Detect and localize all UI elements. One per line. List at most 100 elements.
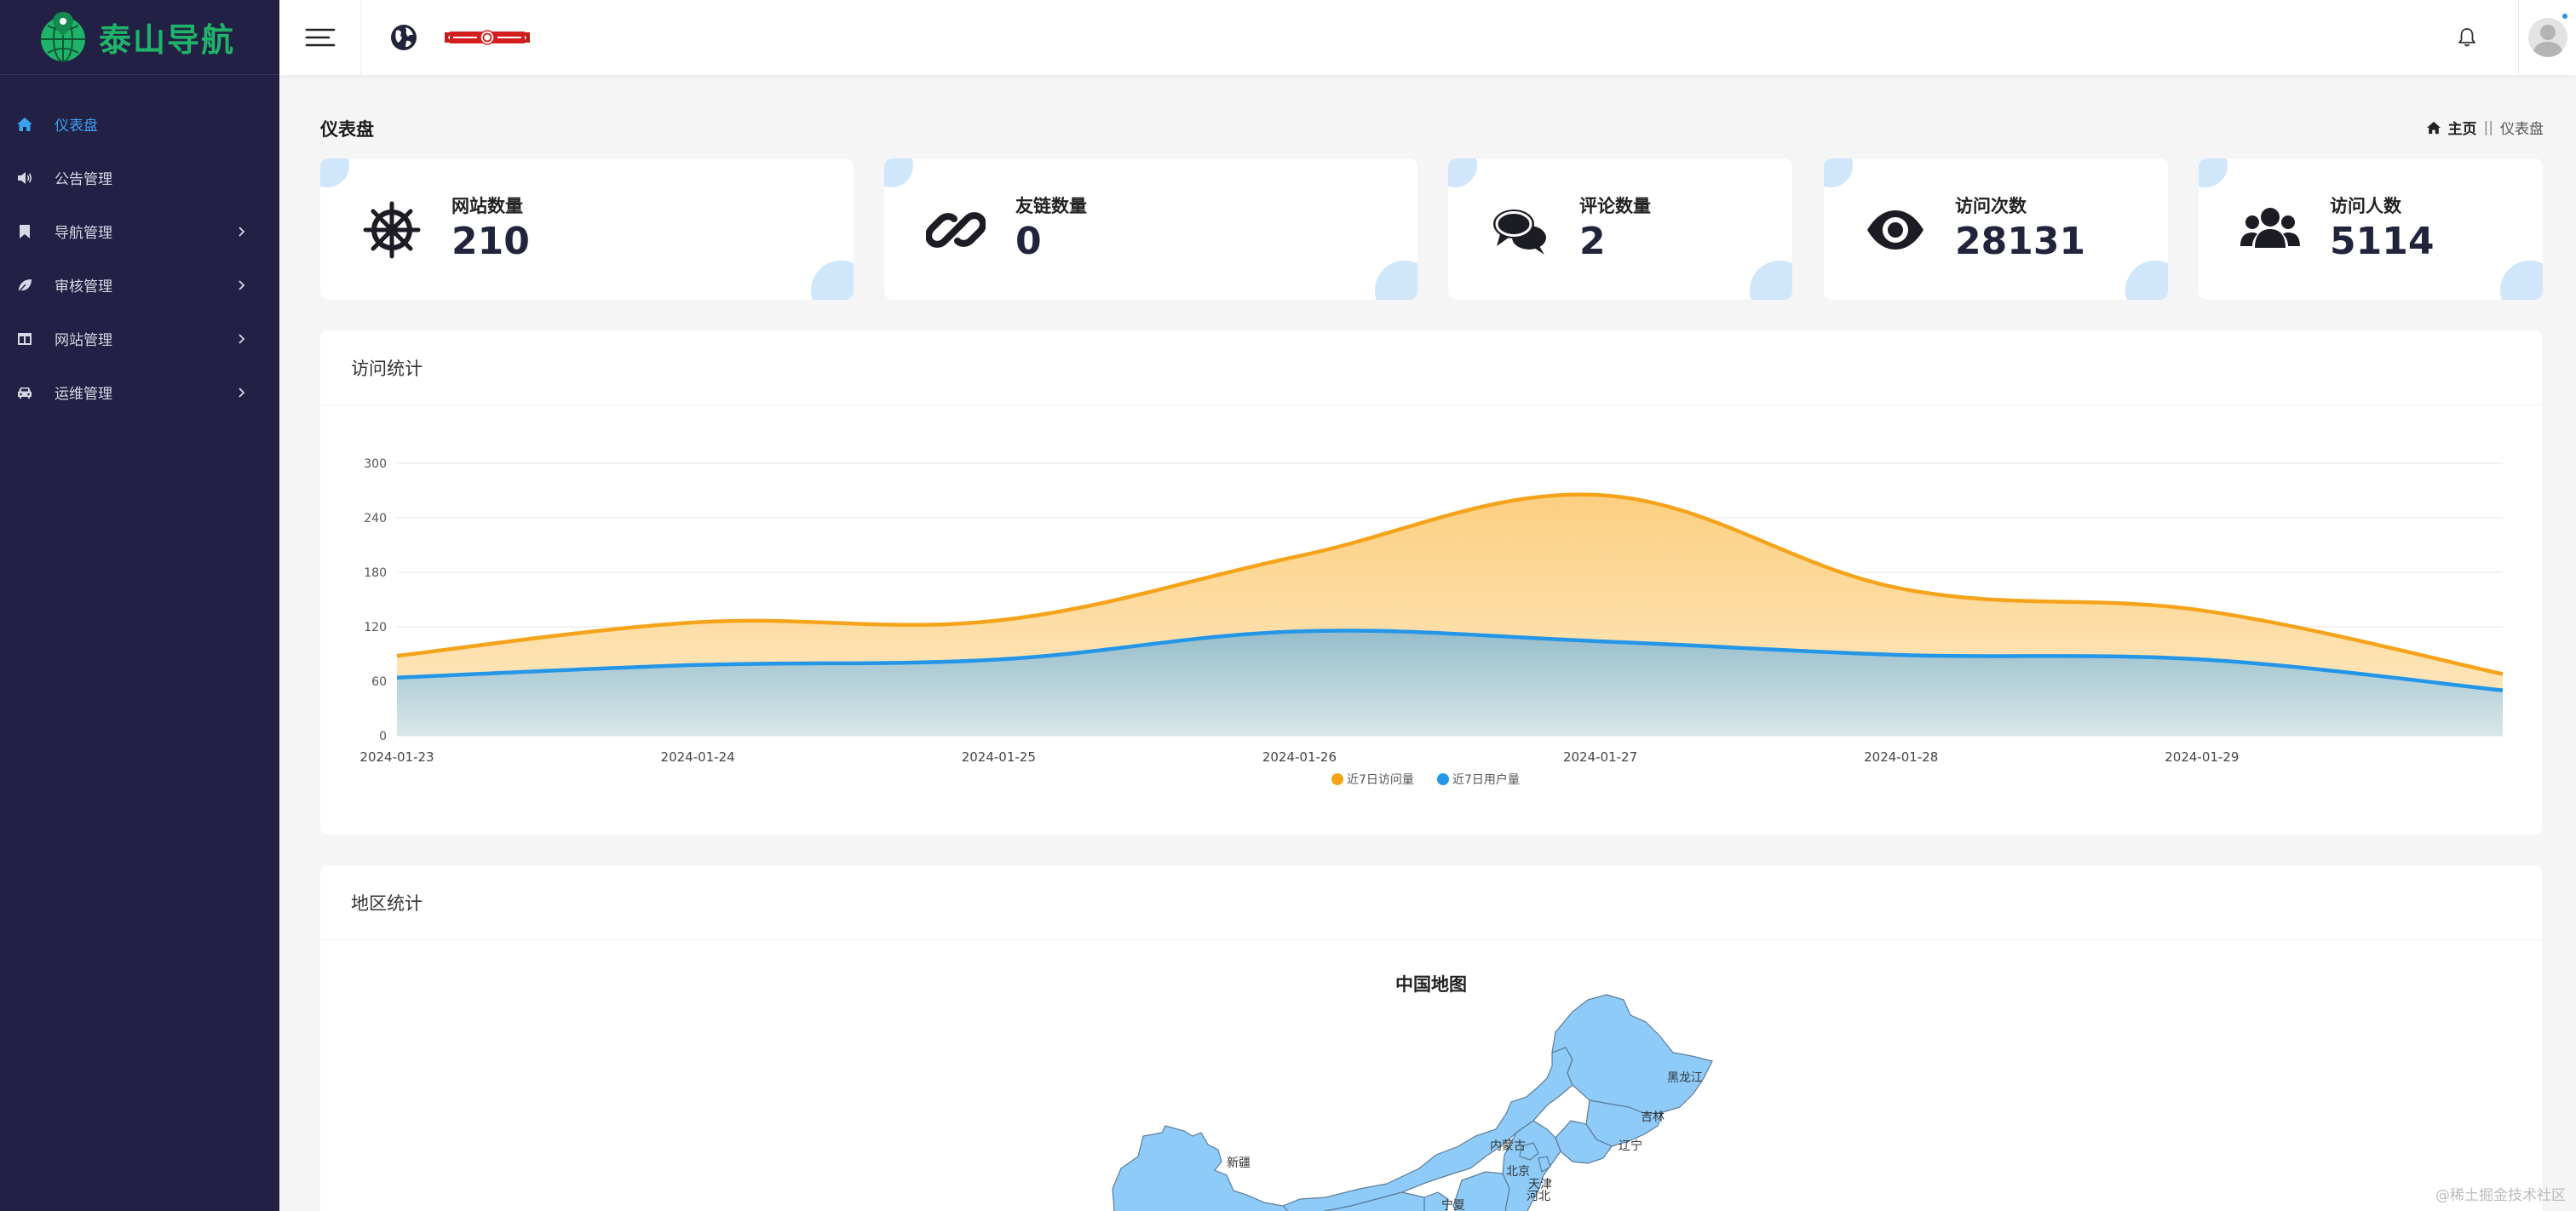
globe-icon: [391, 25, 417, 50]
stat-card-visitors[interactable]: 访问人数 5114: [2199, 158, 2543, 300]
online-status-dot: [2561, 12, 2569, 20]
map-label-jilin: 吉林: [1641, 1111, 1665, 1124]
stat-card-comments[interactable]: 评论数量 2: [1448, 158, 1792, 300]
avatar: [2527, 18, 2567, 57]
stat-value: 28131: [1955, 220, 2086, 263]
home-icon: [15, 115, 34, 134]
stat-value: 0: [1015, 220, 1042, 263]
legend-item-0[interactable]: 近7日访问量: [1331, 773, 1414, 787]
sidebar-menu: 仪表盘 公告管理 导航管理 审核管理 网站管理 运维管理: [0, 97, 279, 419]
sidebar-item-operations[interactable]: 运维管理: [0, 365, 279, 419]
stat-value: 5114: [2330, 220, 2435, 263]
map-region-xinjiang: [1112, 1125, 1289, 1211]
home-icon: [2426, 121, 2441, 134]
user-menu-button[interactable]: [2518, 0, 2576, 75]
map-label-ningxia: 宁夏: [1441, 1198, 1465, 1211]
ribbon-badge-icon[interactable]: [445, 29, 530, 46]
decorative-blob: [1375, 261, 1417, 300]
map-label-beijing: 北京: [1506, 1165, 1530, 1179]
website-link-button[interactable]: [385, 19, 423, 56]
leaf-icon: [15, 276, 34, 295]
stat-label: 访问人数: [2330, 196, 2401, 216]
sidebar-item-announcements[interactable]: 公告管理: [0, 151, 279, 204]
y-tick-label: 0: [379, 730, 387, 743]
legend-marker: [1437, 773, 1449, 785]
breadcrumb-current: 仪表盘: [2500, 121, 2544, 138]
map-label-heilongjiang: 黑龙江: [1667, 1071, 1703, 1085]
legend-item-1[interactable]: 近7日用户量: [1437, 772, 1520, 787]
x-tick-label: 2024-01-29: [2165, 749, 2239, 765]
sidebar-item-review[interactable]: 审核管理: [0, 258, 279, 312]
map-region-heilongjiang: [1551, 994, 1713, 1115]
stat-label: 友链数量: [1015, 196, 1087, 216]
user-avatar-icon: [2532, 25, 2563, 57]
breadcrumb-home-label: 主页: [2447, 121, 2477, 138]
breadcrumb: 主页 || 仪表盘: [2426, 117, 2544, 138]
sidebar-item-label: 仪表盘: [55, 118, 98, 135]
decorative-blob: [1750, 261, 1792, 300]
x-tick-label: 2024-01-23: [359, 749, 434, 765]
stat-value: 210: [451, 220, 530, 263]
stat-card-links[interactable]: 友链数量 0: [884, 158, 1417, 300]
region-panel: 地区统计 中国地图 黑龙江 吉林 辽宁 内蒙古 新疆 北京 天津 河北 宁夏: [320, 865, 2542, 1211]
decorative-blob: [320, 158, 349, 187]
x-tick-label: 2024-01-27: [1563, 749, 1637, 765]
x-tick-label: 2024-01-26: [1262, 749, 1337, 765]
legend-marker: [1331, 773, 1343, 785]
stat-card-visits[interactable]: 访问次数 28131: [1824, 158, 2168, 300]
sidebar-item-label: 审核管理: [55, 278, 112, 296]
notifications-button[interactable]: [2452, 22, 2482, 53]
stat-card-websites[interactable]: 网站数量 210: [320, 158, 854, 300]
stat-label: 评论数量: [1579, 196, 1651, 216]
volume-icon: [15, 169, 34, 187]
breadcrumb-separator: ||: [2483, 118, 2493, 136]
brand[interactable]: 泰山导航: [0, 0, 279, 75]
sidebar-item-navigation[interactable]: 导航管理: [0, 204, 279, 258]
visits-panel: 访问统计 0 60 120 180 240 300 2024-01-23 2024-01-2…: [320, 330, 2542, 835]
sidebar-item-label: 网站管理: [55, 332, 112, 349]
map-label-hebei: 河北: [1527, 1190, 1550, 1203]
stat-value: 2: [1579, 220, 1606, 263]
sidebar-item-websites[interactable]: 网站管理: [0, 312, 279, 365]
breadcrumb-home-link[interactable]: 主页: [2426, 117, 2477, 138]
visits-chart: 0 60 120 180 240 300 2024-01-23 2024-01-24 2024…: [359, 457, 2504, 787]
helm-icon: [359, 198, 424, 262]
link-icon: [923, 198, 988, 262]
decorative-blob: [2500, 261, 2543, 300]
decorative-blob: [1824, 158, 1853, 187]
china-map[interactable]: 黑龙江 吉林 辽宁 内蒙古 新疆 北京 天津 河北 宁夏: [320, 865, 2542, 1211]
x-tick-label: 2024-01-24: [661, 749, 735, 765]
y-tick-label: 60: [371, 675, 387, 689]
menu-toggle-button[interactable]: [279, 0, 361, 75]
sidebar-item-label: 导航管理: [55, 225, 112, 242]
legend-label: 近7日访问量: [1347, 773, 1414, 787]
users-icon: [2238, 198, 2303, 262]
car-icon: [15, 383, 34, 402]
sidebar-item-label: 公告管理: [55, 171, 112, 188]
decorative-blob: [1448, 158, 1477, 187]
sidebar-item-label: 运维管理: [55, 386, 112, 403]
page-title: 仪表盘: [320, 119, 374, 140]
decorative-blob: [2125, 261, 2168, 300]
y-tick-label: 180: [364, 566, 387, 580]
y-tick-label: 300: [364, 457, 387, 471]
panel-title: 访问统计: [320, 330, 2542, 405]
sidebar-item-dashboard[interactable]: 仪表盘: [0, 97, 279, 151]
comments-icon: [1487, 198, 1552, 262]
stat-label: 访问次数: [1955, 196, 2027, 216]
decorative-blob: [811, 261, 854, 300]
bookmark-icon: [15, 222, 34, 241]
x-tick-label: 2024-01-28: [1864, 749, 1938, 765]
brand-title: 泰山导航: [99, 20, 236, 59]
eye-icon: [1863, 198, 1928, 262]
watermark: @稀土掘金技术社区: [2435, 1187, 2566, 1204]
chevron-right-icon: [239, 279, 245, 290]
top-bar: [279, 0, 2576, 75]
chevron-right-icon: [239, 226, 245, 237]
bell-icon: [2458, 28, 2475, 47]
chevron-right-icon: [239, 387, 245, 398]
x-tick-label: 2024-01-25: [962, 749, 1036, 765]
chevron-right-icon: [239, 333, 245, 344]
globe-logo-icon: [41, 11, 85, 62]
decorative-blob: [2199, 158, 2228, 187]
